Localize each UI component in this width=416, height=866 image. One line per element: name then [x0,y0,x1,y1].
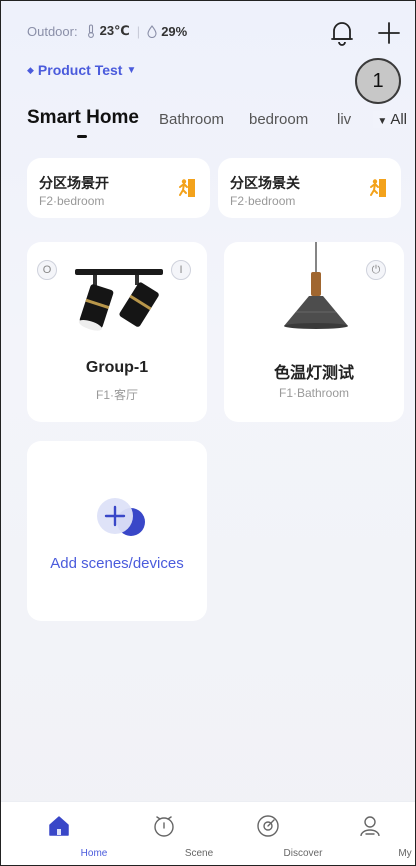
scene-room: F2·bedroom [230,194,296,208]
add-icon[interactable] [375,19,403,47]
tab-smart-home[interactable]: Smart Home [27,107,139,129]
chevron-down-icon: ▼ [126,64,137,76]
home-selector[interactable]: ◆ Product Test ▼ [27,62,136,78]
humidity-value: 29% [161,23,188,39]
scene-icon [154,816,174,837]
tab-bedroom[interactable]: bedroom [249,111,308,128]
active-tab-indicator [77,135,87,138]
device-card[interactable]: ⏻ 色温灯测试 F1·Bathroom [224,242,404,422]
nav-label: Scene [184,848,214,859]
nav-my[interactable]: My [335,802,412,865]
add-device-icon [97,498,145,536]
scene-card[interactable]: 分区场景开 F2·bedroom [27,158,210,218]
device-card[interactable]: O I Group-1 F1·客厅 [27,242,207,422]
annotation-marker: 1 [355,58,401,104]
bell-icon[interactable] [329,19,355,47]
nav-scene[interactable]: Scene [129,802,213,865]
nav-home[interactable]: Home [24,802,107,865]
track-spotlight-image [75,269,163,331]
all-rooms-dropdown[interactable]: ▼ All [373,111,407,128]
humidity-icon [147,24,157,38]
divider: | [136,23,141,39]
scene-title: 分区场景关 [230,175,300,191]
device-name: Group-1 [85,359,149,376]
outdoor-label: Outdoor: [27,23,78,39]
tab-living[interactable]: liv [337,111,351,128]
on-button[interactable]: I [171,260,191,280]
add-device-card[interactable]: Add scenes/devices [27,441,207,621]
nav-label: Home [80,848,108,859]
room-tabs: Smart Home Bathroom bedroom liv ▼ All [27,105,407,139]
nav-label: Discover [283,848,323,859]
device-name: 色温灯测试 [273,365,354,382]
scene-room: F2·bedroom [39,194,105,208]
scene-run-icon[interactable] [369,178,387,198]
pendant-lamp-image [284,242,348,329]
weather-bar: Outdoor: 23℃ | 29% [27,23,187,39]
nav-label: My [398,848,412,859]
scene-title: 分区场景开 [39,175,109,191]
discover-icon [257,815,279,837]
nav-discover[interactable]: Discover [233,802,322,865]
bottom-nav: Home Scene Discover My [1,801,415,865]
app-screen: Outdoor: 23℃ | 29% ◆ Product Test ▼ 1 Sm… [0,0,416,866]
all-label: All [390,111,407,128]
add-device-label: Add scenes/devices [50,555,184,572]
temperature-value: 23℃ [99,23,130,38]
device-room: F1·Bathroom [278,386,350,400]
home-name: Product Test [37,62,123,78]
scene-card[interactable]: 分区场景关 F2·bedroom [218,158,401,218]
power-icon[interactable]: ⏻ [366,260,386,280]
device-room: F1·客厅 [95,388,138,402]
home-icon [49,816,69,836]
caret-down-icon: ▼ [377,116,388,127]
user-icon [360,816,380,837]
scene-run-icon[interactable] [178,178,196,198]
home-dot-icon: ◆ [27,64,34,75]
off-button[interactable]: O [37,260,57,280]
thermometer-icon [87,24,94,38]
tab-bathroom[interactable]: Bathroom [159,111,224,128]
